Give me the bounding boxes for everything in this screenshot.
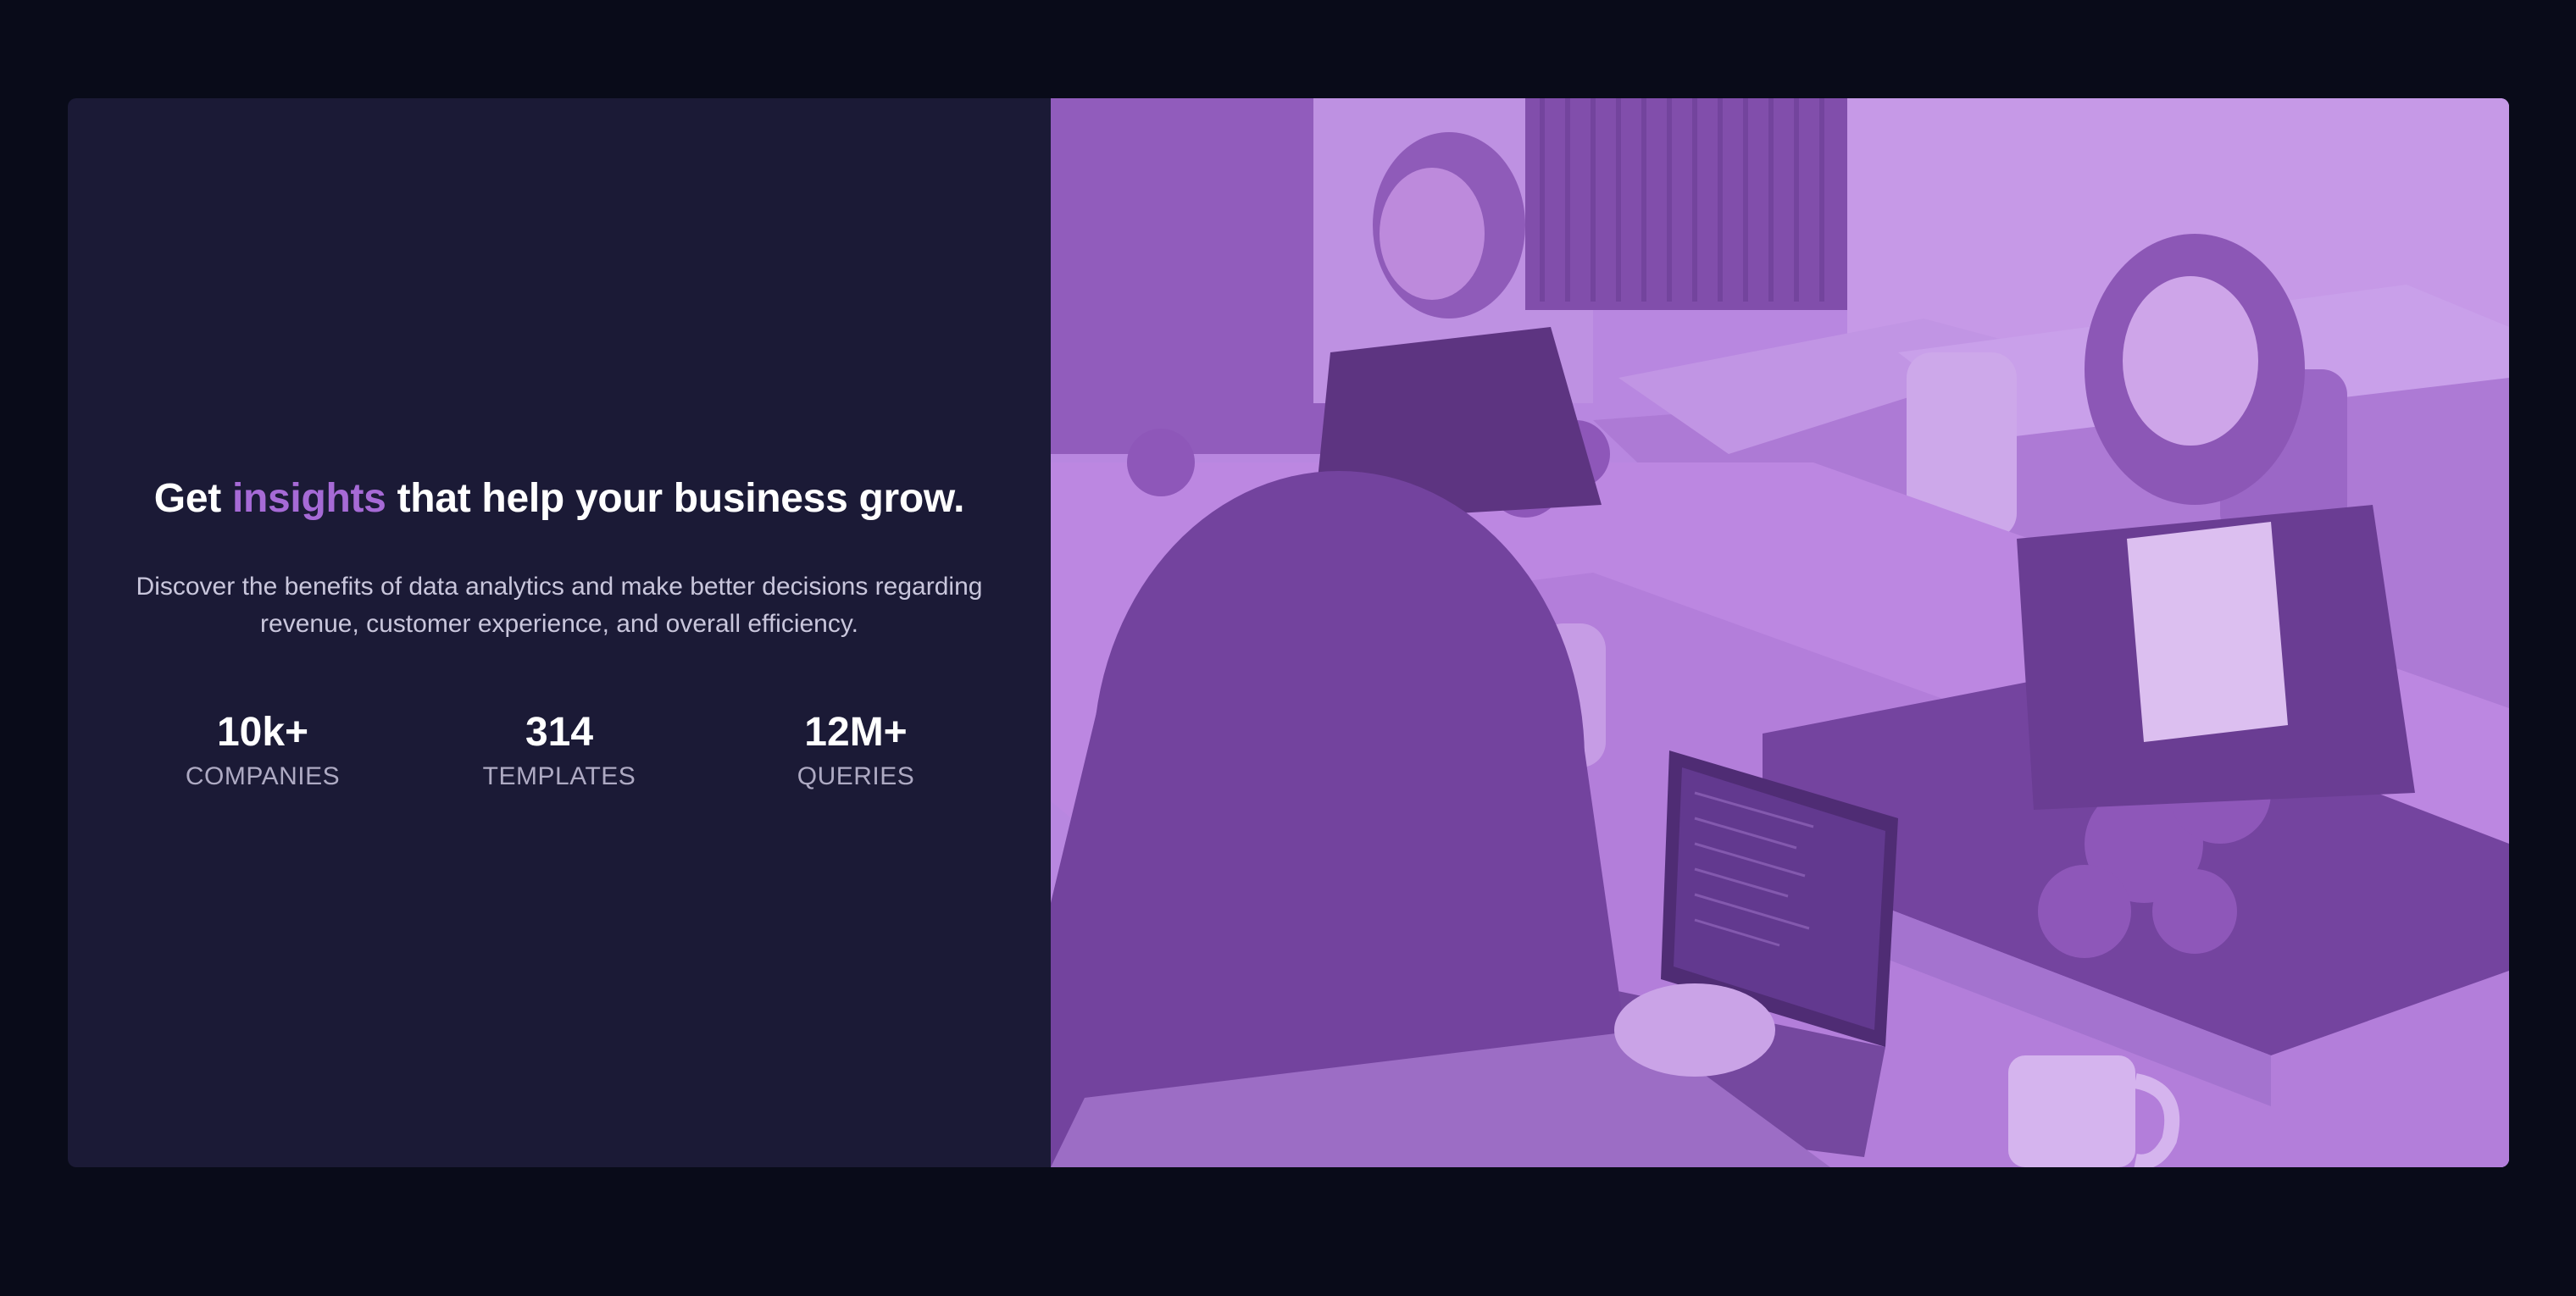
stat-companies: 10k+ COMPANIES xyxy=(169,711,356,791)
hero-card: Get insights that help your business gro… xyxy=(68,98,2509,1167)
stat-value: 10k+ xyxy=(216,710,309,756)
stat-label: QUERIES xyxy=(797,762,915,791)
stat-value: 314 xyxy=(525,710,594,756)
hero-description: Discover the benefits of data analytics … xyxy=(136,573,983,639)
stat-label: COMPANIES xyxy=(185,762,341,791)
stat-templates: 314 TEMPLATES xyxy=(466,711,652,791)
stat-queries: 12M+ QUERIES xyxy=(763,711,949,791)
stats-row: 10k+ COMPANIES 314 TEMPLATES 12M+ QUERIE… xyxy=(102,711,1017,791)
hero-text-panel: Get insights that help your business gro… xyxy=(68,98,1051,1167)
headline-prefix: Get xyxy=(153,475,221,521)
headline-suffix: that help your business grow. xyxy=(397,475,965,521)
office-photo-illustration xyxy=(1051,98,2509,1167)
stat-value: 12M+ xyxy=(804,710,908,756)
headline-accent: insights xyxy=(231,475,386,521)
office-team-photo xyxy=(1051,98,2509,1167)
stat-label: TEMPLATES xyxy=(482,762,636,791)
hero-headline: Get insights that help your business gro… xyxy=(153,474,965,523)
